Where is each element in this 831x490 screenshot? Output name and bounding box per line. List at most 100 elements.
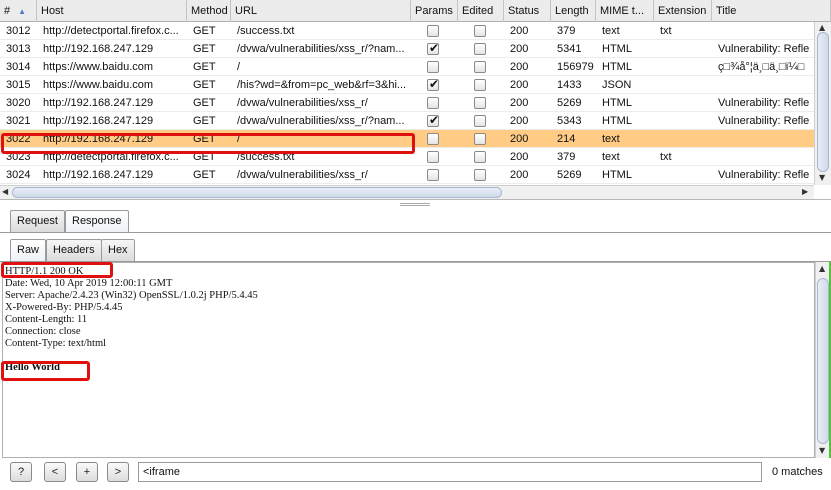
subtab-hex[interactable]: Hex: [101, 239, 135, 261]
table-vertical-scroll-thumb[interactable]: [817, 32, 829, 172]
response-vertical-scroll-thumb[interactable]: [817, 278, 829, 444]
column-header-url[interactable]: URL: [231, 0, 411, 22]
cell-extension: [654, 130, 712, 148]
cell-mime: HTML: [602, 97, 632, 109]
match-count: 0 matches: [772, 466, 823, 478]
table-horizontal-scroll-thumb[interactable]: [12, 187, 502, 198]
scroll-up-arrow-icon[interactable]: ▲: [819, 23, 825, 32]
cell-extension: [654, 112, 712, 130]
column-header-label: URL: [235, 5, 258, 17]
cell-num: 3014: [6, 61, 31, 73]
cell-length: 379: [557, 151, 576, 163]
table-horizontal-scrollbar[interactable]: ◀ ▶: [0, 185, 814, 199]
cell-extension: [654, 58, 712, 76]
column-header-method[interactable]: Method: [187, 0, 231, 22]
cell-num: 3024: [6, 169, 31, 181]
cell-length: 156979: [557, 61, 594, 73]
edited-checkbox: [474, 61, 486, 73]
scroll-right-arrow-icon[interactable]: ▶: [802, 187, 808, 196]
edited-checkbox: [474, 97, 486, 109]
subtab-raw[interactable]: Raw: [10, 239, 47, 261]
column-header-status[interactable]: Status: [504, 0, 551, 22]
tab-request[interactable]: Request: [10, 210, 65, 232]
response-raw-viewer[interactable]: HTTP/1.1 200 OK Date: Wed, 10 Apr 2019 12…: [2, 262, 815, 458]
column-header-params[interactable]: Params: [411, 0, 458, 22]
cell-length: 5343: [557, 115, 582, 127]
cell-host: http://192.168.247.129: [43, 43, 154, 55]
column-header-label: MIME t...: [600, 5, 644, 17]
sort-ascending-icon: ▲: [18, 7, 27, 16]
params-checkbox: [427, 133, 439, 145]
edited-checkbox: [474, 133, 486, 145]
search-input[interactable]: <iframe: [138, 462, 762, 482]
column-header-label: #: [4, 5, 11, 17]
cell-length: 5269: [557, 169, 582, 181]
column-header-title[interactable]: Title: [712, 0, 831, 22]
response-header-line: X-Powered-By: PHP/5.4.45: [5, 302, 123, 313]
scroll-down-arrow-icon[interactable]: ▼: [819, 173, 825, 182]
column-header-extension[interactable]: Extension: [654, 0, 712, 22]
column-header-edited[interactable]: Edited: [458, 0, 504, 22]
table-row[interactable]: 3024 http://192.168.247.129 GET/dvwa/vulne…: [0, 166, 814, 184]
cell-url: /dvwa/vulnerabilities/xss_r/?nam...: [237, 115, 405, 127]
tabs-divider: [0, 232, 831, 233]
proxy-history-table: # ▲ Host Method URL Params Edited Status Length M…: [0, 0, 831, 200]
params-checkbox: [427, 169, 439, 181]
cell-method: GET: [193, 115, 216, 127]
response-vertical-scrollbar[interactable]: ▲ ▼: [815, 262, 830, 458]
cell-extension: [654, 94, 712, 112]
help-button[interactable]: ?: [10, 462, 32, 482]
scroll-left-arrow-icon[interactable]: ◀: [2, 187, 8, 196]
cell-mime: HTML: [602, 61, 632, 73]
subtab-headers[interactable]: Headers: [46, 239, 102, 261]
table-body: 3012 http://detectportal.firefox.c... GET /…: [0, 22, 814, 184]
params-checkbox: [427, 113, 439, 127]
cell-length: 1433: [557, 79, 582, 91]
table-row[interactable]: 3013 http://192.168.247.129 GET/dvwa/vulne…: [0, 40, 814, 58]
cell-host: http://192.168.247.129: [43, 115, 154, 127]
column-header-label: Title: [716, 5, 737, 17]
cell-method: GET: [193, 43, 216, 55]
cell-status: 200: [510, 43, 529, 55]
table-row[interactable]: 3020 http://192.168.247.129 GET/dvwa/vulne…: [0, 94, 814, 112]
scroll-down-arrow-icon[interactable]: ▼: [819, 446, 825, 455]
edited-checkbox: [474, 43, 486, 55]
cell-status: 200: [510, 61, 529, 73]
cell-num: 3013: [6, 43, 31, 55]
params-checkbox: [427, 41, 439, 55]
column-header-host[interactable]: Host: [37, 0, 187, 22]
cell-host: https://www.baidu.com: [43, 61, 154, 73]
column-header-label: Host: [41, 5, 64, 17]
cell-status: 200: [510, 151, 529, 163]
cell-mime: text: [602, 151, 620, 163]
column-header-mime[interactable]: MIME t...: [596, 0, 654, 22]
table-row[interactable]: 3021 http://192.168.247.129 GET/dvwa/vulne…: [0, 112, 814, 130]
params-checkbox: [427, 151, 439, 163]
edited-checkbox: [474, 25, 486, 37]
next-match-button[interactable]: >: [107, 462, 129, 482]
table-row[interactable]: 3014 https://www.baidu.com GET / 200 156979 HT…: [0, 58, 814, 76]
column-header-num[interactable]: # ▲: [0, 0, 37, 22]
cell-method: GET: [193, 61, 216, 73]
cell-length: 5341: [557, 43, 582, 55]
table-row[interactable]: 3015 https://www.baidu.com GET/his?wd=&fro…: [0, 76, 814, 94]
cell-extension: [654, 166, 712, 184]
cell-url: /dvwa/vulnerabilities/xss_r/: [237, 97, 368, 109]
cell-num: 3015: [6, 79, 31, 91]
table-vertical-scrollbar[interactable]: ▲ ▼: [814, 22, 831, 185]
scroll-up-arrow-icon[interactable]: ▲: [819, 264, 825, 273]
edited-checkbox: [474, 151, 486, 163]
params-checkbox: [427, 77, 439, 91]
pane-splitter-grip[interactable]: [400, 203, 430, 206]
cell-extension: txt: [660, 151, 672, 163]
previous-match-button[interactable]: <: [44, 462, 66, 482]
cell-num: 3012: [6, 25, 31, 37]
tab-response[interactable]: Response: [65, 210, 129, 232]
cell-length: 379: [557, 25, 576, 37]
cell-method: GET: [193, 79, 216, 91]
column-header-length[interactable]: Length: [551, 0, 596, 22]
add-button[interactable]: +: [76, 462, 98, 482]
table-row[interactable]: 3012 http://detectportal.firefox.c... GET /…: [0, 22, 814, 40]
column-header-label: Extension: [658, 5, 707, 17]
annotation-response-body: [1, 361, 90, 381]
